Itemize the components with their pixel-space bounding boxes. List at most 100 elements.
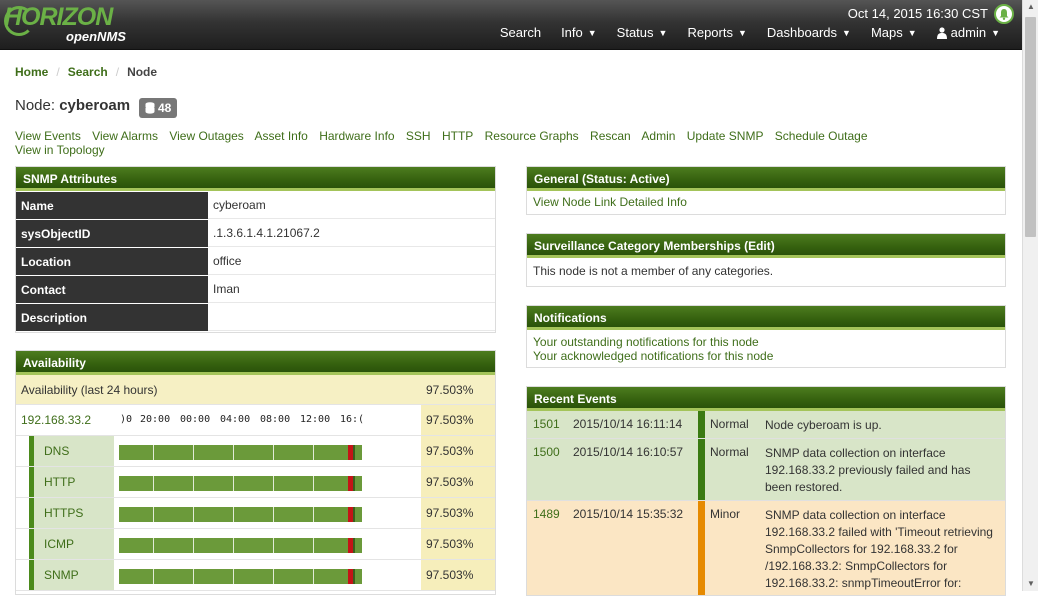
bar-gridline [233, 569, 234, 584]
event-id-link[interactable]: 1500 [527, 439, 567, 500]
bar-gridline [153, 476, 154, 491]
link-outstanding-notifications[interactable]: Your outstanding notifications for this … [533, 335, 999, 349]
scroll-up-arrow-icon[interactable]: ▲ [1023, 0, 1038, 14]
caret-down-icon: ▼ [907, 27, 917, 38]
service-link[interactable]: SNMP [38, 560, 114, 590]
table-row: sysObjectID .1.3.6.1.4.1.21067.2 [16, 219, 495, 247]
nav-maps-dropdown[interactable]: Maps ▼ [861, 25, 927, 40]
attr-value: Iman [208, 276, 495, 303]
caret-down-icon: ▼ [658, 27, 668, 38]
bar-gridline [313, 569, 314, 584]
surveillance-text: This node is not a member of any categor… [533, 264, 774, 278]
link-view-outages[interactable]: View Outages [169, 129, 244, 143]
service-timeline [114, 436, 421, 466]
nav-search[interactable]: Search [490, 25, 551, 40]
panel-title: SNMP Attributes [16, 167, 495, 191]
horizon-opennms-logo[interactable]: HORIZON openNMS [4, 3, 144, 47]
interface-availability-pct: 97.503% [421, 405, 495, 435]
snmp-attributes-panel: SNMP Attributes Name cyberoam sysObjectI… [15, 166, 496, 333]
nav-dashboards-label: Dashboards [766, 25, 838, 40]
service-timeline [114, 529, 421, 559]
event-time: 2015/10/14 16:10:57 [573, 445, 684, 459]
recent-events-panel: Recent Events 1501 2015/10/14 16:11:14 Nor… [526, 386, 1006, 596]
availability-bar[interactable] [119, 569, 362, 584]
availability-interface-row: 192.168.33.2 )0 20:00 00:00 04:00 08:00 … [16, 405, 495, 436]
caret-down-icon: ▼ [991, 27, 1000, 38]
general-panel: General (Status: Active) View Node Link … [526, 166, 1006, 215]
panel-title: Availability [16, 351, 495, 375]
recent-segment [353, 445, 355, 460]
severity-flag [693, 501, 705, 595]
link-update-snmp[interactable]: Update SNMP [687, 129, 764, 143]
availability-bar[interactable] [119, 507, 362, 522]
breadcrumb-search[interactable]: Search [68, 65, 108, 79]
nav-status-dropdown[interactable]: Status ▼ [607, 25, 678, 40]
timeline-tick: )0 [120, 414, 133, 425]
event-id-link[interactable]: 1501 [527, 411, 567, 438]
link-ssh[interactable]: SSH [406, 129, 431, 143]
recent-segment [353, 569, 355, 584]
bar-gridline [153, 538, 154, 553]
service-link[interactable]: DNS [38, 436, 114, 466]
interface-link[interactable]: 192.168.33.2 [16, 405, 116, 435]
caret-down-icon: ▼ [842, 27, 851, 38]
bar-gridline [273, 507, 274, 522]
page-scrollbar[interactable]: ▲ ▼ [1022, 0, 1038, 591]
nav-reports-dropdown[interactable]: Reports ▼ [677, 25, 756, 40]
link-view-events[interactable]: View Events [15, 129, 81, 143]
service-row: HTTP 97.503% [16, 467, 495, 498]
resource-count-badge[interactable]: 48 [139, 98, 178, 118]
availability-bar[interactable] [119, 445, 362, 460]
link-resource-graphs[interactable]: Resource Graphs [485, 129, 579, 143]
service-availability-pct: 97.503% [421, 529, 495, 559]
link-hardware-info[interactable]: Hardware Info [319, 129, 394, 143]
caret-down-icon: ▼ [737, 27, 747, 38]
service-link[interactable]: ICMP [38, 529, 114, 559]
link-http[interactable]: HTTP [442, 129, 473, 143]
bar-gridline [193, 569, 194, 584]
service-availability-pct: 97.503% [421, 498, 495, 528]
event-message: Node cyberoam is up. [765, 418, 882, 432]
link-schedule-outage[interactable]: Schedule Outage [775, 129, 868, 143]
attr-key: sysObjectID [16, 220, 208, 247]
timeline-tick: 12:00 [300, 414, 331, 425]
availability-bar[interactable] [119, 538, 362, 553]
panel-title[interactable]: Surveillance Category Memberships (Edit) [527, 234, 1005, 258]
link-acknowledged-notifications[interactable]: Your acknowledged notifications for this… [533, 349, 999, 363]
link-view-in-topology[interactable]: View in Topology [15, 143, 105, 157]
timeline-tick: 16:( [340, 414, 365, 425]
service-timeline [114, 498, 421, 528]
row-indent [16, 467, 29, 497]
link-admin[interactable]: Admin [641, 129, 675, 143]
nav-dashboards-dropdown[interactable]: Dashboards ▼ [757, 25, 861, 40]
caret-down-icon: ▼ [587, 27, 597, 38]
timeline-tick: 20:00 [140, 414, 171, 425]
node-action-links: View Events View Alarms View Outages Ass… [15, 129, 915, 157]
attr-key: Contact [16, 276, 208, 303]
service-link[interactable]: HTTP [38, 467, 114, 497]
link-asset-info[interactable]: Asset Info [254, 129, 307, 143]
nav-info-dropdown[interactable]: Info ▼ [551, 25, 607, 40]
node-name: cyberoam [59, 97, 131, 114]
scroll-down-arrow-icon[interactable]: ▼ [1023, 577, 1038, 591]
link-node-link-detailed-info[interactable]: View Node Link Detailed Info [533, 195, 999, 209]
attr-value: cyberoam [208, 192, 495, 219]
bar-gridline [233, 476, 234, 491]
bar-gridline [193, 507, 194, 522]
attr-value [208, 304, 495, 331]
bar-gridline [313, 476, 314, 491]
availability-bar[interactable] [119, 476, 362, 491]
breadcrumb: Home / Search / Node [15, 65, 157, 79]
link-view-alarms[interactable]: View Alarms [92, 129, 158, 143]
database-icon [145, 102, 155, 114]
notification-bell-icon[interactable] [994, 4, 1014, 24]
event-id-link[interactable]: 1489 [527, 501, 567, 595]
service-row: HTTPS 97.503% [16, 498, 495, 529]
bar-gridline [233, 507, 234, 522]
breadcrumb-home[interactable]: Home [15, 65, 48, 79]
nav-user-dropdown[interactable]: admin ▼ [927, 25, 1010, 40]
bar-gridline [193, 538, 194, 553]
service-link[interactable]: HTTPS [38, 498, 114, 528]
link-rescan[interactable]: Rescan [590, 129, 631, 143]
scroll-thumb[interactable] [1025, 17, 1036, 237]
